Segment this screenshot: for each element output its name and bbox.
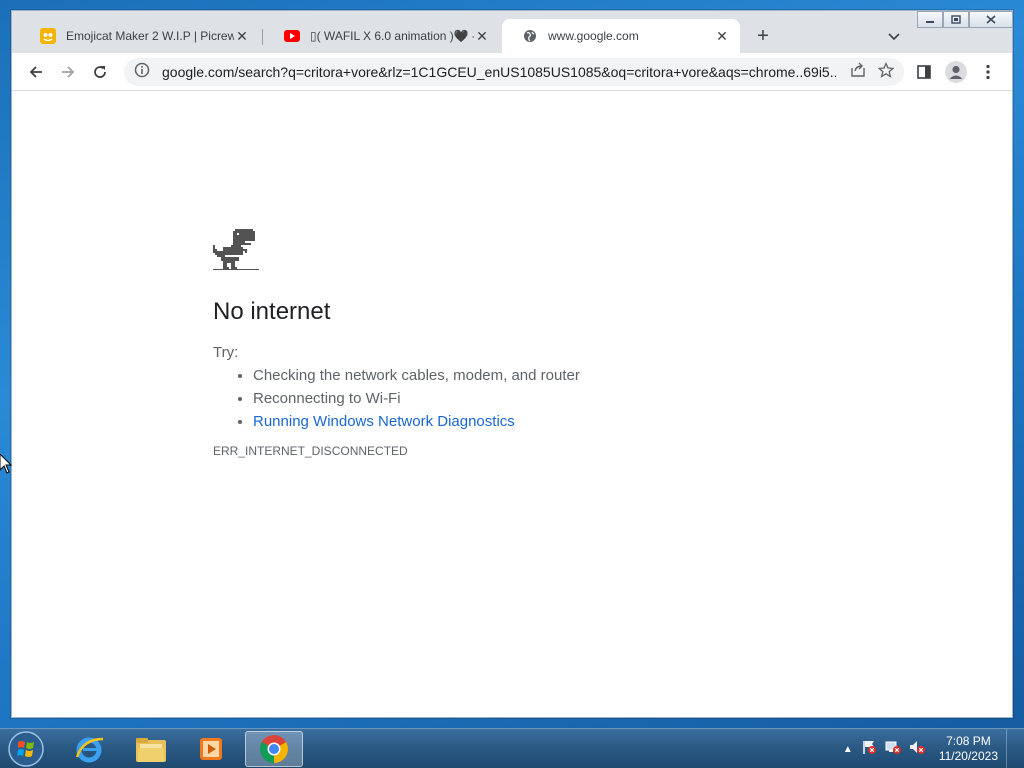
forward-button[interactable] xyxy=(56,60,80,84)
suggestion-list: Checking the network cables, modem, and … xyxy=(253,367,580,430)
share-icon[interactable] xyxy=(850,62,866,83)
back-button[interactable] xyxy=(24,60,48,84)
list-item: Reconnecting to Wi-Fi xyxy=(253,390,580,407)
show-desktop-button[interactable] xyxy=(1006,729,1016,768)
clock[interactable]: 7:08 PM 11/20/2023 xyxy=(939,734,998,764)
tab-close-icon[interactable]: ✕ xyxy=(474,28,490,44)
taskbar: ▲ 7:08 PM 11/20/2023 xyxy=(0,728,1024,768)
url-text[interactable]: google.com/search?q=critora+vore&rlz=1C1… xyxy=(162,64,836,80)
site-info-icon[interactable] xyxy=(134,62,150,83)
window-controls xyxy=(917,11,1013,28)
suggestion-text: Reconnecting to Wi-Fi xyxy=(253,390,401,407)
show-hidden-icons-icon[interactable]: ▲ xyxy=(843,744,853,755)
error-heading: No internet xyxy=(213,298,331,325)
network-disconnected-icon[interactable] xyxy=(885,739,901,760)
tab-picrew[interactable]: Emojicat Maker 2 W.I.P | Picrew ✕ xyxy=(20,19,260,53)
minimize-button[interactable] xyxy=(917,11,943,28)
list-item: Running Windows Network Diagnostics xyxy=(253,413,580,430)
side-panel-icon[interactable] xyxy=(912,60,936,84)
internet-explorer-icon[interactable] xyxy=(60,731,118,767)
tab-close-icon[interactable]: ✕ xyxy=(234,28,250,44)
picrew-icon xyxy=(40,28,56,44)
clock-time: 7:08 PM xyxy=(946,734,991,748)
youtube-icon xyxy=(284,28,300,44)
mouse-cursor-icon xyxy=(0,453,13,479)
tab-title: Emojicat Maker 2 W.I.P | Picrew xyxy=(66,29,234,43)
address-bar[interactable]: google.com/search?q=critora+vore&rlz=1C1… xyxy=(124,58,904,86)
system-tray: ▲ 7:08 PM 11/20/2023 xyxy=(843,729,1016,768)
error-container: No internet Try: Checking the network ca… xyxy=(213,229,580,458)
tab-title: www.google.com xyxy=(548,29,639,43)
dino-icon xyxy=(213,229,580,278)
page-content: No internet Try: Checking the network ca… xyxy=(12,91,1012,717)
close-window-button[interactable] xyxy=(969,11,1013,28)
tab-search-chevron-icon[interactable] xyxy=(884,27,904,47)
try-label: Try: xyxy=(213,344,239,361)
error-code: ERR_INTERNET_DISCONNECTED xyxy=(213,444,408,458)
globe-icon xyxy=(522,28,538,44)
bookmark-star-icon[interactable] xyxy=(877,61,895,83)
browser-toolbar: google.com/search?q=critora+vore&rlz=1C1… xyxy=(12,53,1012,91)
tab-google[interactable]: www.google.com ✕ xyxy=(502,19,740,53)
start-button[interactable] xyxy=(4,730,48,768)
file-explorer-icon[interactable] xyxy=(122,731,180,767)
network-diagnostics-link[interactable]: Running Windows Network Diagnostics xyxy=(253,413,515,430)
tab-close-icon[interactable]: ✕ xyxy=(714,28,730,44)
media-player-icon[interactable] xyxy=(182,731,240,767)
list-item: Checking the network cables, modem, and … xyxy=(253,367,580,384)
tab-youtube[interactable]: ▯( WAFIL X 6.0 animation )🖤 - Yo ✕ xyxy=(264,19,500,53)
restore-button[interactable] xyxy=(943,11,969,28)
clock-date: 11/20/2023 xyxy=(938,749,998,763)
profile-avatar[interactable] xyxy=(944,60,968,84)
action-center-flag-icon[interactable] xyxy=(861,739,877,760)
reload-button[interactable] xyxy=(88,60,112,84)
volume-muted-icon[interactable] xyxy=(909,739,925,760)
browser-window: Emojicat Maker 2 W.I.P | Picrew ✕ ▯( WAF… xyxy=(11,10,1013,718)
chrome-taskbar-icon[interactable] xyxy=(245,731,303,767)
tab-title: ▯( WAFIL X 6.0 animation )🖤 - Yo xyxy=(310,29,474,43)
suggestion-text: Checking the network cables, modem, and … xyxy=(253,367,580,384)
new-tab-button[interactable]: + xyxy=(752,25,774,47)
tab-divider xyxy=(262,29,263,45)
menu-kebab-icon[interactable] xyxy=(976,60,1000,84)
